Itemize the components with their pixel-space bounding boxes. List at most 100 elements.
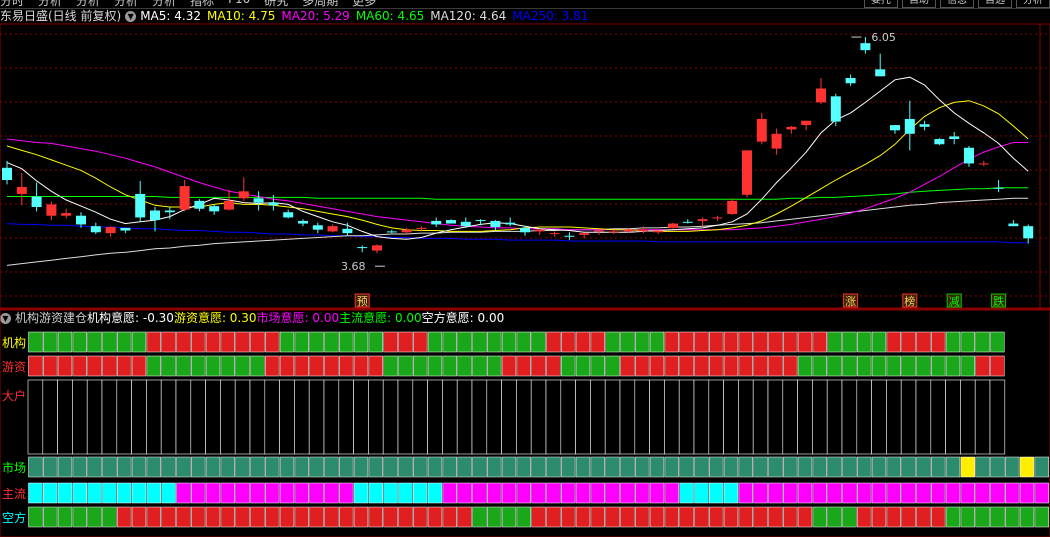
heat-cell — [487, 331, 502, 353]
heat-cell — [294, 506, 309, 528]
heat-cell — [146, 482, 161, 504]
heat-cell — [323, 379, 340, 455]
heat-cell — [324, 331, 339, 353]
heat-cell — [427, 379, 443, 455]
heat-cell — [768, 482, 783, 504]
heat-cell — [886, 456, 901, 478]
heat-cell — [723, 506, 739, 528]
heat-cell — [191, 331, 206, 353]
heat-cell — [620, 456, 635, 478]
heat-cell — [605, 331, 620, 353]
heat-cell — [235, 482, 250, 504]
heat-cell — [205, 482, 221, 504]
heat-cell — [871, 456, 887, 478]
heat-cell — [649, 506, 665, 528]
heat-cell — [131, 456, 147, 478]
heat-cell — [472, 355, 487, 377]
heat-cell — [753, 456, 768, 478]
candle-body — [623, 229, 634, 232]
heat-cell — [635, 482, 650, 504]
candle — [668, 222, 678, 229]
heat-cell — [339, 482, 354, 504]
candle-body — [964, 147, 974, 164]
heat-cell — [590, 379, 606, 455]
heat-cell — [472, 456, 487, 478]
heat-cell — [678, 379, 695, 455]
heat-cell — [427, 506, 443, 528]
heat-cell — [87, 331, 102, 353]
heat-cell — [220, 482, 235, 504]
heat-cell — [975, 506, 990, 528]
heat-cell — [931, 355, 946, 377]
heat-cell — [797, 506, 813, 528]
candle-body — [993, 187, 1004, 189]
heat-cell — [975, 456, 990, 478]
heat-cell — [368, 331, 383, 353]
candle-body — [727, 200, 738, 214]
heat-cell — [886, 355, 901, 377]
heat-cell — [131, 482, 147, 504]
heat-cell — [531, 331, 546, 353]
heat-cell — [649, 456, 665, 478]
heat-cell — [857, 506, 872, 528]
heat-cell — [191, 355, 206, 377]
heat-cell — [516, 506, 531, 528]
heat-cell — [901, 355, 916, 377]
candle-body — [431, 220, 442, 225]
heat-cell — [117, 506, 132, 528]
candle-body — [31, 196, 42, 207]
candle — [890, 125, 900, 134]
heat-cell — [516, 355, 531, 377]
candle — [357, 245, 368, 253]
heat-cell — [87, 456, 102, 478]
heat-cell — [146, 331, 161, 353]
candle — [742, 150, 752, 198]
heat-cell — [797, 355, 813, 377]
heat-cell — [694, 506, 709, 528]
candle — [949, 132, 960, 145]
heat-cell — [294, 331, 309, 353]
heat-cell — [220, 456, 235, 478]
main-panel-border — [0, 23, 1050, 309]
heat-cell — [457, 506, 472, 528]
stock-chart[interactable]: 6.05 3.68 预 涨 榜 减 跌机构游资大户市场主流空方 — [0, 0, 1050, 537]
candle — [372, 244, 382, 254]
candle-body — [682, 221, 693, 223]
candle-body — [194, 200, 205, 209]
candle — [1023, 224, 1034, 244]
heat-cell — [279, 506, 295, 528]
heat-cell — [442, 331, 457, 353]
candle-body — [697, 219, 708, 221]
candle-body — [386, 231, 397, 233]
heat-cell — [427, 331, 443, 353]
heat-cell — [531, 456, 546, 478]
heat-cell — [635, 355, 650, 377]
candle-body — [801, 120, 812, 126]
heat-cell — [590, 355, 605, 377]
heat-cell — [501, 331, 517, 353]
heat-cell — [605, 482, 620, 504]
heat-cell — [560, 379, 576, 455]
heat-cell — [117, 482, 132, 504]
heat-cell — [664, 355, 679, 377]
heat-cell — [590, 506, 605, 528]
candle-body — [904, 118, 915, 134]
heat-cell — [72, 355, 87, 377]
heat-cell — [531, 506, 546, 528]
heat-cell — [990, 456, 1005, 478]
heat-cell — [783, 482, 798, 504]
heat-cell — [279, 456, 295, 478]
heat-cell — [190, 379, 206, 455]
heat-cell — [339, 355, 354, 377]
event-marker-label-1: 涨 — [845, 295, 856, 308]
heat-cell — [975, 331, 990, 353]
heat-cell — [649, 355, 665, 377]
heat-cell — [146, 506, 161, 528]
heat-cell — [635, 506, 650, 528]
heat-cell — [250, 355, 265, 377]
heat-cell — [339, 456, 354, 478]
candle-body — [1008, 223, 1019, 227]
heat-row-label-2: 大户 — [2, 388, 26, 403]
heat-cell — [723, 456, 739, 478]
candle-body — [135, 193, 146, 218]
